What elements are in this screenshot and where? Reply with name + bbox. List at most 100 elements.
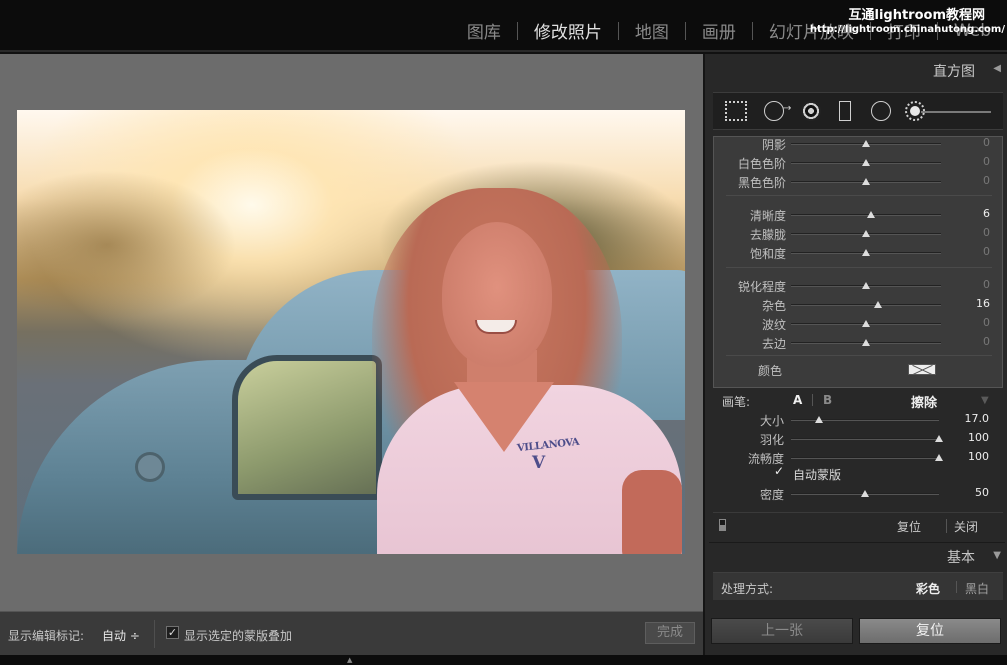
show-mask-overlay-label: 显示选定的蒙版叠加 (184, 629, 293, 643)
histogram-header[interactable]: 直方图 ◀ (709, 54, 1005, 84)
slider-thumb[interactable] (862, 249, 870, 256)
slider-value[interactable]: 0 (960, 137, 990, 149)
collapse-arrow-icon[interactable]: ◀ (993, 63, 1001, 74)
slider-track[interactable] (791, 320, 941, 327)
slider-value[interactable]: 0 (960, 226, 990, 239)
slider-track[interactable] (791, 301, 941, 308)
slider-track[interactable] (791, 490, 939, 497)
done-button[interactable]: 完成 (645, 622, 695, 644)
slider-value[interactable]: 0 (960, 335, 990, 348)
slider-value[interactable]: 100 (959, 450, 989, 463)
slider-value[interactable]: 17.0 (959, 412, 990, 425)
car-window (232, 355, 382, 500)
slider-thumb[interactable] (935, 454, 943, 461)
slider-track[interactable] (791, 339, 941, 346)
slider-track[interactable] (791, 178, 941, 185)
slider-track[interactable] (791, 282, 941, 289)
slider-value[interactable]: 100 (959, 431, 989, 444)
car-hubcap (135, 452, 165, 482)
treatment-color-option[interactable]: 彩色 (916, 580, 940, 597)
slider-value[interactable]: 16 (960, 297, 990, 310)
brush-erase-tab[interactable]: 擦除 (911, 392, 937, 411)
color-swatch[interactable] (908, 364, 936, 375)
slider-thumb[interactable] (874, 301, 882, 308)
slider-thumb[interactable] (866, 211, 875, 218)
graduated-filter-icon[interactable] (839, 101, 851, 121)
panel-buttons: 上一张 复位 (709, 616, 1005, 646)
slider-value[interactable]: 6 (960, 207, 990, 220)
filmstrip-toggle-icon[interactable]: ▲ (347, 656, 352, 664)
brush-tool-track (921, 111, 991, 113)
show-edit-pins-select[interactable]: 自动 ÷ (102, 627, 140, 644)
slider-track[interactable] (791, 159, 941, 166)
slider-label: 去边 (761, 337, 786, 351)
slider-thumb[interactable] (862, 140, 870, 147)
slider-value[interactable]: 0 (960, 245, 990, 258)
close-mask-button[interactable]: 关闭 (954, 518, 978, 535)
slider-value[interactable]: 0 (960, 316, 990, 329)
red-eye-icon[interactable] (801, 101, 821, 121)
slider-label: 波纹 (761, 318, 786, 332)
slider-row: 密度 50 (713, 484, 1003, 503)
slider-value[interactable]: 0 (960, 278, 990, 291)
slider-track[interactable] (791, 249, 941, 256)
spot-removal-arrow-icon: → (783, 103, 792, 114)
brush-a-tab[interactable]: A (793, 393, 802, 407)
photo-canvas: VILLANOVA V (0, 54, 703, 611)
slider-thumb[interactable] (935, 435, 943, 442)
treatment-bw-option[interactable]: 黑白 (965, 580, 989, 597)
slider-thumb[interactable] (862, 178, 870, 185)
slider-thumb[interactable] (862, 230, 870, 237)
slider-label: 流畅度 (747, 452, 784, 466)
slider-value[interactable]: 0 (960, 174, 990, 187)
slider-row: 饱和度 0 (714, 243, 1002, 262)
slider-label: 白色色阶 (737, 157, 786, 171)
show-edit-pins-label: 显示编辑标记: (8, 629, 85, 643)
treatment-row: 处理方式: 彩色 黑白 (713, 572, 1003, 600)
crop-tool-icon[interactable] (725, 101, 747, 121)
slider-track[interactable] (791, 211, 941, 218)
basic-panel-title: 基本 (947, 550, 975, 566)
brush-divider (812, 394, 813, 406)
slider-thumb[interactable] (862, 320, 870, 327)
slider-label: 大小 (759, 414, 784, 428)
slider-value[interactable]: 0 (960, 155, 990, 168)
histogram-title: 直方图 (933, 64, 975, 80)
slider-thumb[interactable] (815, 416, 824, 423)
module-book[interactable]: 画册 (686, 18, 752, 43)
subject-arm (622, 470, 682, 554)
radial-filter-icon[interactable] (871, 101, 891, 121)
show-mask-overlay-checkbox[interactable]: ✓ (166, 626, 179, 639)
brush-b-tab[interactable]: B (823, 393, 832, 407)
slider-label: 杂色 (761, 299, 786, 313)
slider-thumb[interactable] (862, 159, 870, 166)
reset-button[interactable]: 复位 (859, 618, 1001, 644)
treatment-label: 处理方式: (721, 582, 774, 596)
shirt-logo-letter: V (532, 453, 546, 473)
previous-button[interactable]: 上一张 (711, 618, 853, 644)
slider-track[interactable] (791, 454, 943, 461)
brush-adjustments: 颜色 阴影 0 白色色阶 0 黑色色阶 0 清晰度 6 去朦胧 0 饱和度 0 锐化程度 0 杂色 16 波纹 0… (713, 136, 1003, 388)
slider-thumb[interactable] (862, 282, 870, 289)
spot-removal-icon[interactable] (764, 101, 784, 121)
module-library[interactable]: 图库 (451, 18, 517, 43)
expand-arrow-icon[interactable]: ▼ (993, 550, 1001, 561)
slider-track[interactable] (791, 435, 943, 442)
mask-toggle-switch[interactable] (719, 519, 726, 531)
brush-section: 画笔: A B 擦除 ▼ ✓ 自动蒙版 大小 17.0 羽化 100 流畅度 100 密度 5… (713, 390, 1003, 510)
slider-value[interactable]: 50 (959, 486, 989, 499)
slider-track[interactable] (791, 416, 939, 423)
watermark-title: 互通lightroom教程网 (848, 8, 985, 23)
group-divider (726, 267, 992, 268)
tool-strip: → (713, 92, 1003, 130)
basic-panel-header[interactable]: 基本 ▼ (709, 542, 1005, 568)
module-map[interactable]: 地图 (619, 18, 685, 43)
slider-thumb[interactable] (861, 490, 869, 497)
reset-mask-button[interactable]: 复位 (897, 518, 921, 535)
photo-preview[interactable]: VILLANOVA V (17, 110, 685, 554)
brush-menu-icon[interactable]: ▼ (981, 395, 989, 406)
slider-track[interactable] (791, 230, 941, 237)
module-develop[interactable]: 修改照片 (518, 18, 618, 43)
slider-track[interactable] (791, 140, 941, 147)
slider-thumb[interactable] (862, 339, 870, 346)
